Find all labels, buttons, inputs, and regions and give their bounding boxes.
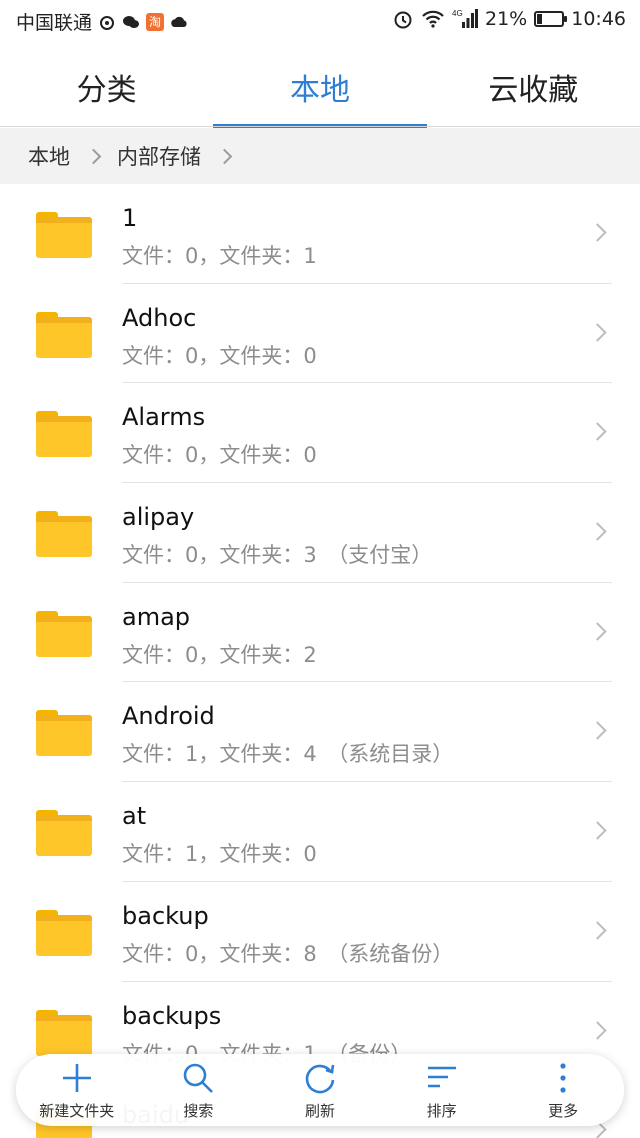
folder-meta: 文件：0，文件夹：2 xyxy=(122,642,317,667)
wifi-icon xyxy=(422,10,444,28)
folder-icon xyxy=(36,511,92,558)
folder-name: at xyxy=(122,802,147,831)
battery-percent: 21% xyxy=(485,8,528,30)
breadcrumb-internal-storage[interactable]: 内部存储 xyxy=(117,141,201,171)
chevron-right-icon xyxy=(588,522,607,541)
chevron-right-icon xyxy=(588,821,607,840)
chevron-right-icon xyxy=(588,622,607,641)
chevron-right-icon xyxy=(85,148,102,164)
folder-icon xyxy=(36,311,92,358)
chevron-right-icon xyxy=(588,223,607,242)
folder-icon xyxy=(36,710,92,757)
sort-icon xyxy=(427,1066,456,1088)
folder-meta: 文件：1，文件夹：4 （系统目录） xyxy=(122,742,454,767)
4g-signal-icon: 4G xyxy=(452,9,478,28)
wechat-icon xyxy=(123,15,140,28)
sort-label: 排序 xyxy=(426,1102,457,1120)
folder-row[interactable]: amap 文件：0，文件夹：2 xyxy=(0,582,640,683)
new-folder-button[interactable]: 新建文件夹 xyxy=(16,1054,138,1126)
sort-button[interactable]: 排序 xyxy=(381,1054,503,1126)
more-label: 更多 xyxy=(548,1102,579,1120)
search-label: 搜索 xyxy=(183,1102,214,1120)
bottom-toolbar: 新建文件夹 搜索 刷新 排序 更多 xyxy=(16,1054,624,1126)
status-right: 4G 21% 10:46 xyxy=(392,8,626,30)
refresh-icon xyxy=(305,1064,335,1094)
folder-name: 1 xyxy=(122,204,138,232)
folder-row[interactable]: Android 文件：1，文件夹：4 （系统目录） xyxy=(0,682,640,783)
chevron-right-icon xyxy=(216,148,233,164)
folder-row[interactable]: Adhoc 文件：0，文件夹：0 xyxy=(0,283,640,384)
search-icon xyxy=(184,1063,214,1093)
folder-row[interactable]: alipay 文件：0，文件夹：3 （支付宝） xyxy=(0,483,640,583)
new-folder-label: 新建文件夹 xyxy=(39,1102,115,1120)
search-button[interactable]: 搜索 xyxy=(138,1054,260,1126)
chevron-right-icon xyxy=(588,921,607,940)
folder-name: Alarms xyxy=(122,403,206,432)
more-button[interactable]: 更多 xyxy=(502,1054,624,1126)
folder-name: amap xyxy=(122,602,191,631)
plus-icon xyxy=(62,1064,91,1092)
folder-meta: 文件：0，文件夹：1 xyxy=(122,244,317,268)
status-left: 中国联通 淘 xyxy=(16,8,188,35)
folder-row[interactable]: 1 文件：0，文件夹：1 xyxy=(0,184,640,284)
folder-icon xyxy=(36,212,92,258)
folder-row[interactable]: backup 文件：0，文件夹：8 （系统备份） xyxy=(0,881,640,982)
tab-divider xyxy=(0,126,640,127)
folder-meta: 文件：0，文件夹：0 xyxy=(122,343,317,368)
breadcrumb: 本地 内部存储 xyxy=(0,128,640,184)
folder-list: 1 文件：0，文件夹：1 Adhoc 文件：0，文件夹：0 Alarms 文件：0，文件夹… xyxy=(0,184,640,1138)
folder-icon xyxy=(36,411,92,458)
tab-category[interactable]: 分类 xyxy=(0,46,213,128)
battery-level xyxy=(537,14,543,24)
folder-meta: 文件：0，文件夹：8 （系统备份） xyxy=(122,941,454,966)
folder-icon xyxy=(36,610,92,657)
tab-cloud-favorites[interactable]: 云收藏 xyxy=(427,46,640,128)
folder-row[interactable]: at 文件：1，文件夹：0 xyxy=(0,782,640,882)
folder-icon xyxy=(36,810,92,857)
weibo-icon xyxy=(100,15,115,30)
tab-bar: 分类 本地 云收藏 xyxy=(0,46,640,128)
refresh-button[interactable]: 刷新 xyxy=(259,1054,381,1126)
battery-icon xyxy=(534,11,568,27)
svg-text:4G: 4G xyxy=(452,9,463,18)
taobao-icon: 淘 xyxy=(146,12,165,31)
folder-icon xyxy=(36,909,92,956)
alarm-icon xyxy=(394,11,412,29)
folder-icon xyxy=(36,1009,92,1056)
folder-name: backups xyxy=(122,1001,222,1030)
tab-local[interactable]: 本地 xyxy=(213,46,427,128)
folder-name: alipay xyxy=(122,503,195,532)
cloud-icon xyxy=(171,16,187,27)
carrier-name: 中国联通 xyxy=(16,12,93,34)
more-icon xyxy=(560,1063,566,1093)
breadcrumb-local[interactable]: 本地 xyxy=(28,141,70,171)
chevron-right-icon xyxy=(588,721,607,741)
folder-row[interactable]: Alarms 文件：0，文件夹：0 xyxy=(0,383,640,484)
folder-name: backup xyxy=(122,901,209,930)
status-bar: 中国联通 淘 4G 21% 10:46 xyxy=(0,0,640,46)
clock: 10:46 xyxy=(571,8,626,30)
folder-meta: 文件：1，文件夹：0 xyxy=(122,842,317,867)
chevron-right-icon xyxy=(588,322,607,342)
chevron-right-icon xyxy=(588,422,607,442)
folder-meta: 文件：0，文件夹：0 xyxy=(122,443,317,468)
folder-name: Adhoc xyxy=(122,303,197,332)
chevron-right-icon xyxy=(588,1020,607,1040)
folder-meta: 文件：0，文件夹：3 （支付宝） xyxy=(122,543,433,568)
refresh-label: 刷新 xyxy=(304,1102,335,1120)
folder-name: Android xyxy=(122,702,215,731)
